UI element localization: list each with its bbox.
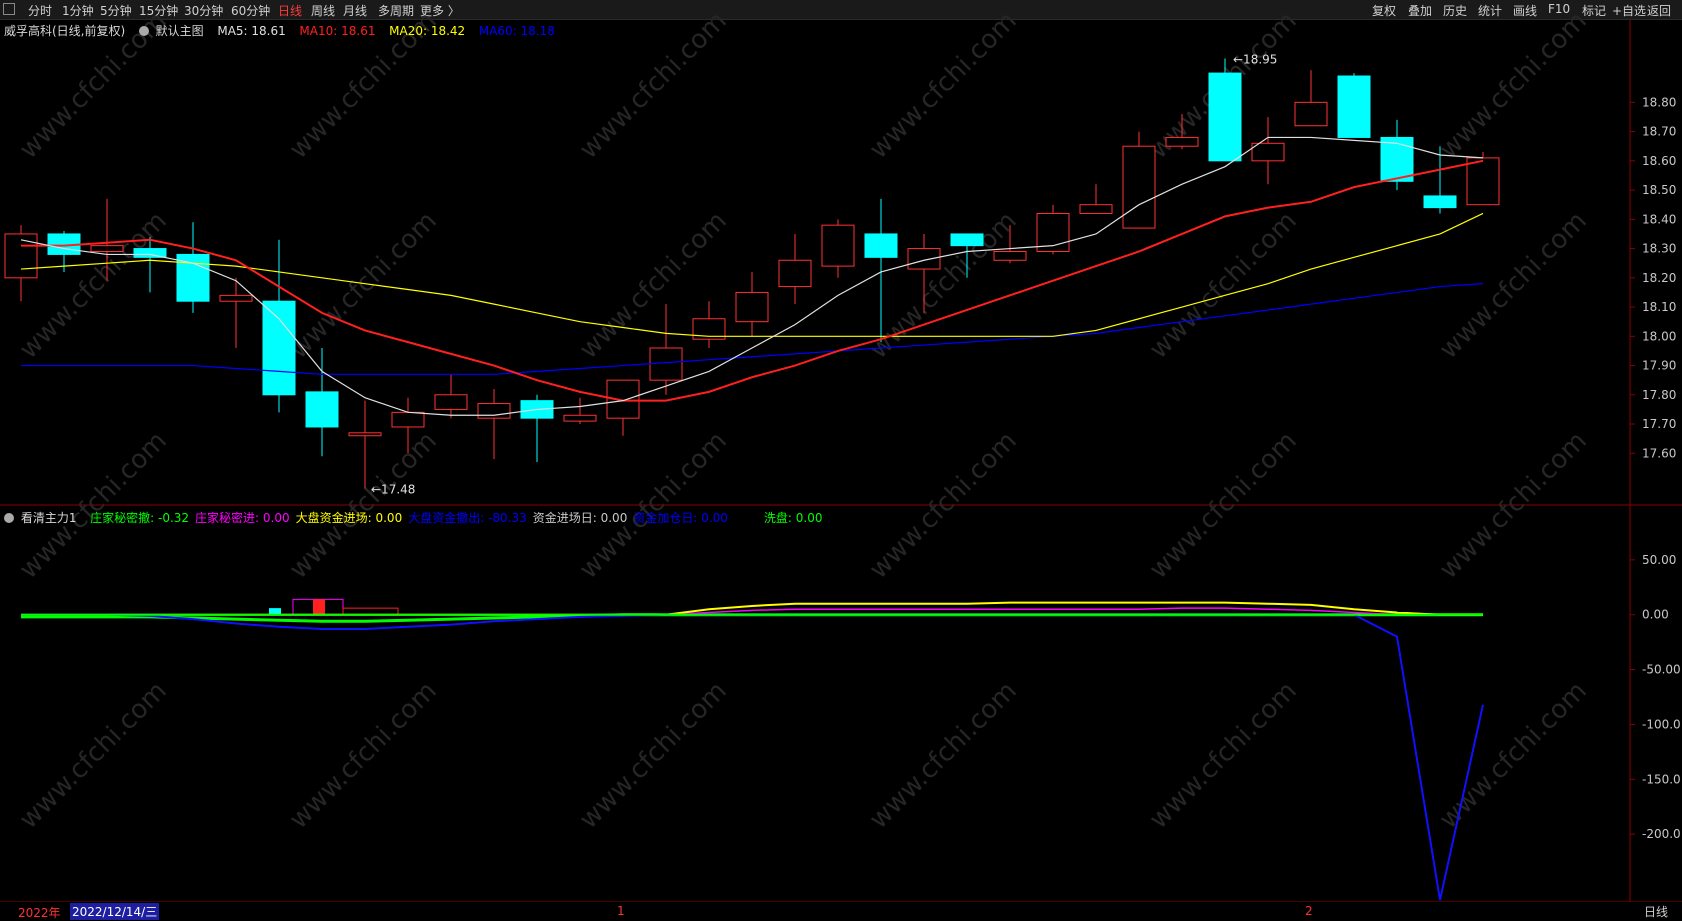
indicator-value-4: 资金进场日: 0.00 [532,511,628,525]
indicator-header: 看清主力1 庄家秘密撤: -0.32 庄家秘密进: 0.00 大盘资金进场: 0.0… [4,509,822,526]
candle-body [133,248,167,258]
candle-body [1165,136,1199,147]
candle-body [1337,75,1371,138]
watermark-text: www.cfchi.com [284,676,443,835]
ma20-label: MA20: 18.42 [389,24,466,38]
candle-body [864,233,898,258]
price-axis-label: 18.30 [1642,242,1676,256]
price-axis-label: 18.00 [1642,329,1676,343]
template-label[interactable]: 默认主图 [156,24,204,38]
candle-body [4,233,38,279]
watermark-text: www.cfchi.com [864,676,1023,835]
watermark-text: www.cfchi.com [1434,676,1593,835]
indicator-value-6: 洗盘: 0.00 [763,511,823,525]
watermark-text: www.cfchi.com [574,6,733,165]
indicator-axis-label: 50.00 [1642,553,1676,567]
indicator-value-0: 庄家秘密撤: -0.32 [90,511,190,525]
indicator-axis-label: -50.00 [1642,663,1681,677]
candle-body [1208,72,1242,162]
watermark-text: www.cfchi.com [1144,676,1303,835]
stock-title: 威孚高科(日线,前复权) [4,24,126,38]
indicator-axis-label: -150.0 [1642,772,1681,786]
candle-body [434,394,468,410]
price-axis-label: 17.90 [1642,359,1676,373]
indicator-blue-line [21,613,1484,901]
price-axis-label: 17.60 [1642,446,1676,460]
candle-body [305,391,339,428]
price-axis-label: 17.70 [1642,417,1676,431]
candle-body [821,224,855,267]
indicator-value-3: 大盘资金撤出: -80.33 [408,511,527,525]
price-axis-label: 18.40 [1642,212,1676,226]
candle-body [1251,142,1285,162]
candle-body [1294,101,1328,127]
price-axis-label: 18.80 [1642,95,1676,109]
candle-body [1423,195,1457,209]
indicator-axis-label: -200.0 [1642,827,1681,841]
period-label[interactable]: 日线 [1644,903,1668,920]
candle-body [950,233,984,247]
watermark-text: www.cfchi.com [284,206,443,365]
candle-body [1079,204,1113,214]
price-axis-label: 18.70 [1642,125,1676,139]
indicator-value-2: 大盘资金进场: 0.00 [295,511,403,525]
watermark-text: www.cfchi.com [1434,6,1593,165]
candle-body [778,259,812,288]
candle-body [993,250,1027,261]
ma60-label: MA60: 18.18 [478,24,555,38]
candle-body [1380,136,1414,182]
date-label: 2022/12/14/三 [70,903,160,920]
price-axis-label: 17.80 [1642,388,1676,402]
watermark-text: www.cfchi.com [1144,206,1303,365]
price-axis-label: 18.10 [1642,300,1676,314]
watermark-text: www.cfchi.com [14,206,173,365]
candle-body [907,248,941,270]
candle-body [735,291,769,323]
candle-body [348,432,382,437]
candle-body [391,411,425,428]
indicator-bar [313,599,325,615]
year-label: 2022年 [18,906,61,920]
watermark-text: www.cfchi.com [864,6,1023,165]
candle-body [563,414,597,422]
price-axis-label: 18.20 [1642,271,1676,285]
watermark-text: www.cfchi.com [864,206,1023,365]
low-annotation: ←17.48 [371,482,415,496]
candle-body [1122,145,1156,229]
indicator-name[interactable]: 看清主力1 [21,511,77,525]
gear-icon[interactable] [138,26,149,36]
high-annotation: ←18.95 [1233,52,1277,66]
chart-area[interactable]: www.cfchi.com www.cfchi.com www.cfchi.com w… [0,0,1682,920]
ma5-label: MA5: 18.61 [217,24,286,38]
ma10-label: MA10: 18.61 [299,24,376,38]
candle-body [477,403,511,419]
price-axis-label: 18.50 [1642,183,1676,197]
candle-body [649,347,683,381]
candle-body [90,245,124,252]
price-axis-label: 18.60 [1642,154,1676,168]
bottom-bar: 2022年 2022/12/14/三 1 2 日线 [0,902,1682,920]
indicator-axis-label: 0.00 [1642,608,1669,622]
candle-body [262,300,296,396]
indicator-values: 庄家秘密撤: -0.32 庄家秘密进: 0.00 大盘资金进场: 0.00 大盘资金撤… [90,511,822,525]
indicator-axis-label: -100.0 [1642,717,1681,731]
candle-body [219,294,253,302]
gear-icon[interactable] [4,513,14,523]
main-header: 威孚高科(日线,前复权) 默认主图 MA5: 18.61 MA10: 18.61… [4,22,555,39]
month-2-label: 2 [1305,904,1313,918]
indicator-value-5: 资金加仓日: 0.00 [633,511,728,525]
month-1-label: 1 [617,904,625,918]
watermark-text: www.cfchi.com [14,676,173,835]
watermark-text: www.cfchi.com [574,676,733,835]
candle-body [1466,157,1500,206]
indicator-value-1: 庄家秘密进: 0.00 [195,511,290,525]
